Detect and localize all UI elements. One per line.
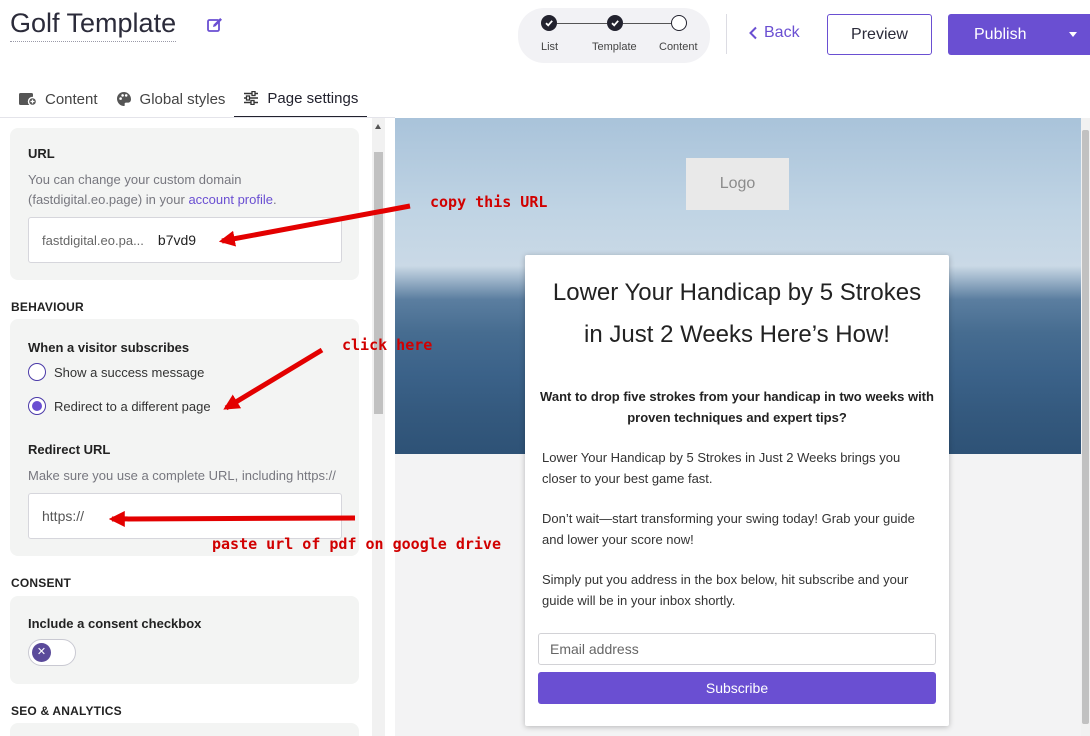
tab-content[interactable]: Content (10, 80, 107, 118)
radio-label-redirect: Redirect to a different page (54, 398, 211, 414)
headline-line-1: Lower Your Handicap by 5 Strokes (552, 279, 922, 306)
subscribe-label: Subscribe (705, 680, 769, 696)
url-title: URL (28, 146, 55, 161)
settings-scrollbar[interactable] (372, 118, 385, 736)
signup-form-card: Lower Your Handicap by 5 Strokes in Just… (525, 255, 949, 726)
body-paragraph-1: Lower Your Handicap by 5 Strokes in Just… (542, 450, 901, 486)
behaviour-section-label: BEHAVIOUR (11, 300, 84, 314)
step-label-template: Template (592, 41, 637, 53)
caret-down-icon[interactable] (1069, 32, 1077, 37)
tab-page-settings-label: Page settings (267, 89, 359, 107)
settings-tabs: Content Global styles Page settings (10, 80, 368, 118)
preview-label: Preview (851, 25, 908, 43)
progress-stepper: List Template Content (518, 8, 710, 63)
email-placeholder: Email address (550, 641, 639, 657)
page-title: Golf Template (10, 8, 177, 42)
edit-icon[interactable] (206, 16, 224, 34)
step-list-check-icon[interactable] (541, 15, 557, 31)
preview-scroll-thumb[interactable] (1082, 130, 1089, 724)
email-address-input[interactable]: Email address (538, 633, 936, 665)
logo-placeholder[interactable]: Logo (686, 158, 789, 210)
back-label: Back (764, 24, 800, 41)
step-label-content: Content (659, 41, 698, 53)
settings-panel: URL You can change your custom domain (f… (0, 118, 385, 736)
step-template-check-icon[interactable] (607, 15, 623, 31)
sliders-icon (244, 91, 259, 105)
preview-scrollbar[interactable] (1081, 118, 1090, 736)
scroll-up-arrow-icon[interactable] (375, 124, 381, 129)
tab-global-styles-label: Global styles (139, 90, 226, 108)
consent-checkbox-title: Include a consent checkbox (28, 616, 202, 631)
consent-toggle[interactable]: ✕ (28, 639, 76, 666)
step-connector (623, 23, 671, 24)
header-divider (726, 14, 727, 54)
annotation-copy-url: copy this URL (430, 193, 548, 211)
consent-card: Include a consent checkbox ✕ (10, 596, 359, 684)
chevron-left-icon (749, 26, 757, 40)
step-connector (557, 23, 607, 24)
redirect-url-input[interactable]: https:// (28, 493, 342, 539)
content-icon (19, 93, 37, 106)
subscribe-button[interactable]: Subscribe (538, 672, 936, 704)
toggle-off-x-icon: ✕ (32, 643, 51, 662)
back-button[interactable]: Back (748, 24, 800, 42)
redirect-url-title: Redirect URL (28, 442, 111, 457)
step-content-circle-icon[interactable] (671, 15, 687, 31)
radio-redirect-page[interactable]: Redirect to a different page (28, 397, 211, 415)
publish-label: Publish (974, 25, 1027, 43)
annotation-paste-url: paste url of pdf on google drive (212, 535, 501, 553)
redirect-url-value: https:// (42, 508, 85, 524)
radio-unchecked-icon[interactable] (28, 363, 46, 381)
annotation-click-here: click here (342, 336, 433, 354)
url-card: URL You can change your custom domain (f… (10, 128, 359, 280)
consent-section-label: CONSENT (11, 576, 72, 590)
radio-show-success-message[interactable]: Show a success message (28, 363, 204, 381)
radio-label-success: Show a success message (54, 364, 205, 380)
redirect-help-text: Make sure you use a complete URL, includ… (28, 468, 336, 483)
url-help-suffix: . (273, 192, 277, 207)
seo-card (10, 723, 359, 736)
subheadline: Want to drop five strokes from your hand… (540, 389, 934, 425)
settings-scroll-thumb[interactable] (374, 152, 383, 414)
tab-global-styles[interactable]: Global styles (107, 80, 235, 118)
palette-icon (116, 92, 131, 106)
page-url-field[interactable]: fastdigital.eo.pa... b7vd9 (28, 217, 342, 263)
publish-button[interactable]: Publish (948, 14, 1090, 55)
subscribe-behaviour-title: When a visitor subscribes (28, 340, 190, 355)
url-slug: b7vd9 (157, 232, 197, 248)
body-paragraph-2: Don’t wait—start transforming your swing… (542, 511, 915, 547)
url-help-text: You can change your custom domain (fastd… (28, 170, 328, 210)
headline-line-2: in Just 2 Weeks Here’s How! (584, 321, 890, 348)
seo-section-label: SEO & ANALYTICS (11, 704, 122, 718)
body-paragraph-3: Simply put you address in the box below,… (542, 572, 909, 608)
step-label-list: List (541, 41, 559, 53)
account-profile-link[interactable]: account profile (188, 192, 273, 207)
preview-button[interactable]: Preview (827, 14, 932, 55)
tab-content-label: Content (45, 90, 98, 108)
url-prefix: fastdigital.eo.pa... (42, 232, 144, 248)
tab-page-settings[interactable]: Page settings (234, 80, 368, 118)
behaviour-card: When a visitor subscribes Show a success… (10, 319, 359, 556)
radio-checked-icon[interactable] (28, 397, 46, 415)
